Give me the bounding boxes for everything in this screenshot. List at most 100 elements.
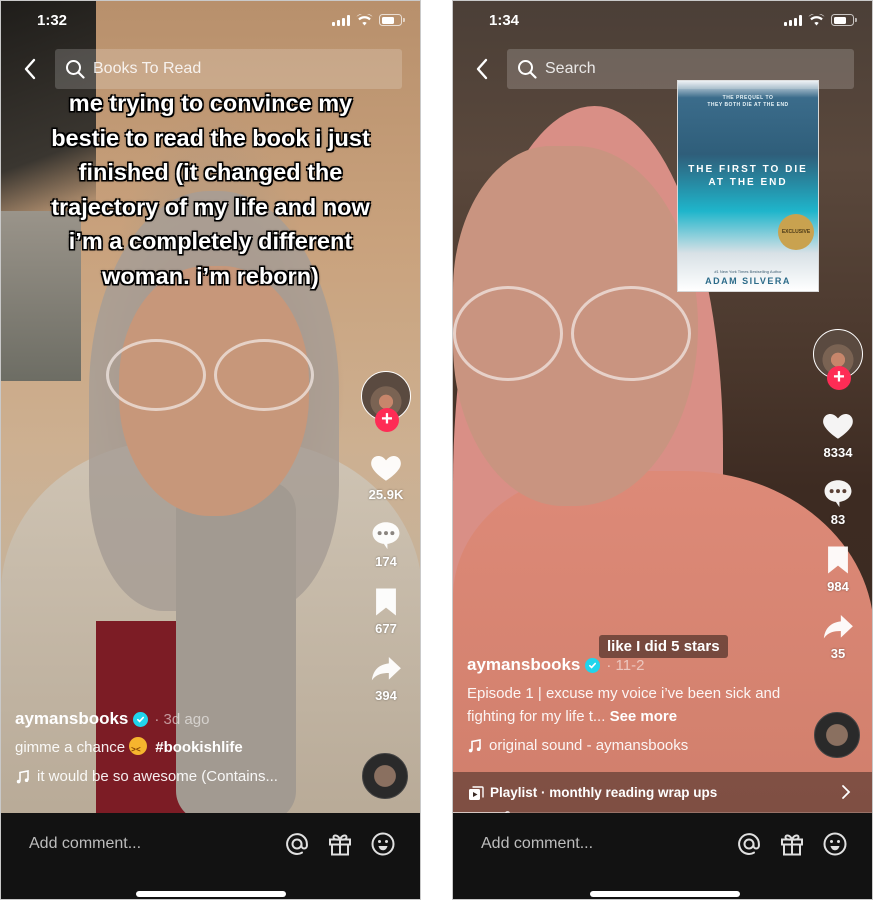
video-person-glasses	[106, 339, 314, 411]
book-title-line: THE FIRST TO DIE	[688, 164, 808, 175]
author-username[interactable]: aymansbooks	[15, 709, 128, 729]
cellular-signal-icon	[784, 14, 802, 26]
wifi-icon	[808, 14, 825, 26]
caption-text: gimme a chance	[15, 739, 126, 756]
like-button[interactable]: 25.9K	[368, 451, 404, 502]
verified-badge-icon	[585, 657, 601, 673]
home-indicator[interactable]	[590, 891, 740, 897]
overlay-line: trajectory of my life and now	[51, 193, 370, 220]
emoji-smile-icon[interactable]	[370, 831, 396, 857]
book-subtitle-line: THEY BOTH DIE AT THE END	[707, 101, 789, 108]
search-input[interactable]	[545, 60, 815, 78]
share-button[interactable]: 35	[821, 610, 855, 661]
exclusive-badge: EXCLUSIVE	[778, 214, 814, 250]
like-button[interactable]: 8334	[821, 409, 855, 460]
video-meta: aymansbooks · 3d ago gimme a chance #boo…	[15, 709, 350, 785]
sound-title: original sound - aymansbooks	[489, 737, 689, 754]
video-person-glasses	[453, 286, 691, 381]
search-bar[interactable]	[55, 49, 402, 89]
sound-title: it would be so awesome (Contains...	[37, 768, 278, 785]
search-input[interactable]	[93, 60, 363, 78]
playlist-icon	[469, 785, 484, 800]
home-indicator[interactable]	[136, 891, 286, 897]
add-comment-input[interactable]	[481, 835, 711, 853]
mention-at-icon[interactable]	[284, 831, 310, 857]
creator-avatar[interactable]: +	[813, 329, 863, 390]
comment-bubble-icon	[824, 480, 852, 508]
book-title: THE FIRST TO DIE AT THE END	[678, 163, 818, 189]
book-cover-image: THE PREQUEL TO THEY BOTH DIE AT THE END …	[677, 80, 819, 292]
follow-plus-button[interactable]: +	[375, 408, 399, 432]
back-arrow-icon[interactable]	[19, 57, 43, 81]
battery-icon	[379, 14, 405, 26]
top-bar	[453, 49, 872, 89]
like-count: 8334	[823, 445, 853, 460]
hashtag-link[interactable]: #bookishlife	[155, 739, 243, 756]
overlay-line: bestie to read the book i just	[51, 124, 370, 151]
sound-disc-icon[interactable]	[362, 753, 408, 799]
creator-avatar[interactable]: +	[361, 371, 411, 432]
share-arrow-icon	[823, 614, 853, 639]
phone-screen-right: THE PREQUEL TO THEY BOTH DIE AT THE END …	[452, 0, 873, 900]
comment-count: 174	[375, 554, 397, 569]
like-count: 25.9K	[368, 487, 404, 502]
cellular-signal-icon	[332, 14, 350, 26]
comment-bubble-icon	[372, 522, 400, 550]
add-comment-input[interactable]	[29, 835, 259, 853]
search-icon	[518, 60, 537, 79]
heart-icon	[371, 455, 401, 481]
action-rail: + 25.9K 174 677 394	[360, 371, 412, 703]
comment-button[interactable]: 83	[821, 476, 855, 527]
status-bar: 1:32	[1, 11, 420, 31]
save-button[interactable]: 677	[369, 585, 403, 636]
gift-icon[interactable]	[779, 831, 805, 857]
heart-icon	[823, 413, 853, 439]
battery-icon	[831, 14, 857, 26]
share-arrow-icon	[371, 656, 401, 681]
bookmark-icon	[376, 588, 396, 616]
emoji-smile-icon[interactable]	[822, 831, 848, 857]
action-rail: + 8334 83 984 35	[812, 329, 864, 661]
comment-bar	[453, 813, 872, 899]
share-count: 35	[830, 646, 846, 661]
sound-disc-icon[interactable]	[814, 712, 860, 758]
share-button[interactable]: 394	[369, 652, 403, 703]
comment-button[interactable]: 174	[369, 518, 403, 569]
book-title-line: AT THE END	[708, 177, 788, 188]
wifi-icon	[356, 14, 373, 26]
status-bar: 1:34	[453, 11, 872, 31]
gift-icon[interactable]	[327, 831, 353, 857]
sound-link[interactable]: original sound - aymansbooks	[467, 737, 802, 754]
bookmark-icon	[828, 546, 848, 574]
chevron-right-icon	[842, 785, 851, 799]
overlay-line: me trying to convince my	[68, 90, 353, 116]
follow-plus-button[interactable]: +	[827, 366, 851, 390]
playlist-bar[interactable]: Playlist · monthly reading wrap ups	[453, 772, 872, 813]
author-username[interactable]: aymansbooks	[467, 655, 580, 675]
overlay-line: finished (it changed the	[78, 159, 343, 185]
book-author-note: #1 New York Times Bestselling Author	[714, 269, 782, 274]
music-note-icon	[468, 738, 481, 752]
status-time: 1:32	[37, 12, 68, 29]
music-note-icon	[16, 769, 29, 783]
confounded-face-emoji-icon	[129, 737, 148, 761]
video-text-overlay: me trying to convince my bestie to read …	[21, 86, 400, 293]
post-date: · 11-2	[606, 656, 645, 674]
post-date: · 3d ago	[154, 710, 210, 728]
playlist-label: Playlist · monthly reading wrap ups	[490, 785, 718, 800]
top-bar	[1, 49, 420, 89]
overlay-line: i’m a completely different	[68, 228, 353, 254]
save-count: 984	[827, 579, 849, 594]
video-meta: aymansbooks · 11-2 Episode 1 | excuse my…	[467, 655, 802, 754]
video-caption: Episode 1 | excuse my voice i’ve been si…	[467, 682, 802, 728]
verified-badge-icon	[133, 711, 149, 727]
share-count: 394	[375, 688, 397, 703]
save-count: 677	[375, 621, 397, 636]
sound-link[interactable]: it would be so awesome (Contains...	[15, 768, 350, 785]
back-arrow-icon[interactable]	[471, 57, 495, 81]
save-button[interactable]: 984	[821, 543, 855, 594]
book-author: ADAM SILVERA	[705, 276, 791, 286]
see-more-link[interactable]: See more	[610, 708, 678, 725]
mention-at-icon[interactable]	[736, 831, 762, 857]
search-bar[interactable]	[507, 49, 854, 89]
